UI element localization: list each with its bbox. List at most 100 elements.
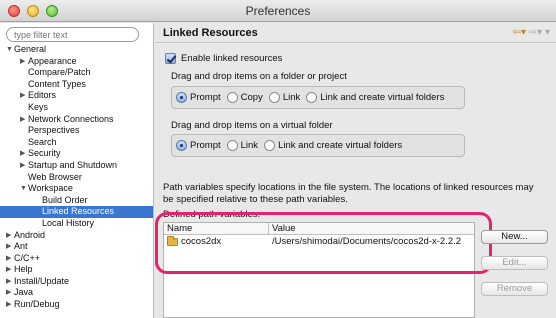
radio-label: Copy (240, 92, 263, 103)
tree-item-help[interactable]: ▶ Help (0, 264, 153, 276)
group1-radio-group: Prompt Copy Link Link and create virtual fo… (171, 86, 465, 109)
tree-item-label: Editors (28, 90, 57, 101)
tree-item-label: Perspectives (28, 125, 80, 136)
radio-link-and-create-virtual-folders[interactable]: Link and create virtual folders (264, 140, 402, 151)
group2-radio-group: Prompt Link Link and create virtual folder… (171, 134, 465, 157)
tree-item-ant[interactable]: ▶ Ant (0, 241, 153, 253)
collapsed-arrow-icon[interactable]: ▶ (6, 241, 11, 253)
tree-item-java[interactable]: ▶ Java (0, 287, 153, 299)
path-variables-description: Path variables specify locations in the … (163, 182, 534, 205)
tree-item-label: Android (14, 229, 46, 240)
tree-item-web-browser[interactable]: Web Browser (0, 172, 153, 184)
collapsed-arrow-icon[interactable]: ▶ (6, 230, 11, 242)
tree-item-build-order[interactable]: Build Order (0, 195, 153, 207)
tree-item-keys[interactable]: Keys (0, 102, 153, 114)
tree-item-label: Local History (42, 217, 95, 228)
edit-button[interactable]: Edit... (481, 256, 548, 270)
back-arrow-icon[interactable]: ⇦▾ (513, 27, 526, 38)
tree-item-label: Run/Debug (14, 299, 60, 310)
collapsed-arrow-icon[interactable]: ▶ (20, 114, 25, 126)
view-menu-icon[interactable]: ▾ (545, 27, 550, 38)
radio-label: Prompt (190, 140, 221, 151)
history-nav: ⇦▾ ⇨▾ ▾ (513, 27, 550, 38)
tree-item-local-history[interactable]: Local History (0, 218, 153, 230)
radio-selected-icon[interactable] (176, 140, 187, 151)
tree-item-label: Startup and Shutdown (28, 159, 118, 170)
divider (155, 42, 556, 43)
radio-copy[interactable]: Copy (226, 92, 263, 103)
collapsed-arrow-icon[interactable]: ▶ (20, 148, 25, 160)
tree-item-label: Linked Resources (42, 206, 115, 217)
expanded-arrow-icon[interactable]: ▼ (6, 44, 13, 56)
filter-input[interactable] (6, 27, 139, 42)
tree-item-label: Content Types (28, 78, 86, 89)
tree-item-label: Java (14, 287, 34, 298)
tree-item-startup-and-shutdown[interactable]: ▶ Startup and Shutdown (0, 160, 153, 172)
preferences-sidebar: ▼General▶AppearanceCompare/PatchContent … (0, 23, 154, 318)
tree-item-label: Network Connections (28, 113, 114, 124)
enable-linked-resources-checkbox[interactable]: Enable linked resources (165, 53, 282, 64)
radio-unselected-icon[interactable] (226, 140, 238, 151)
tree-item-compare-patch[interactable]: Compare/Patch (0, 67, 153, 79)
group1-label: Drag and drop items on a folder or proje… (171, 71, 347, 82)
collapsed-arrow-icon[interactable]: ▶ (6, 264, 11, 276)
tree-item-appearance[interactable]: ▶ Appearance (0, 56, 153, 68)
remove-button[interactable]: Remove (481, 282, 548, 296)
radio-label: Link (240, 140, 259, 151)
linked-resources-panel: Linked Resources ⇦▾ ⇨▾ ▾ Enable linked r… (155, 23, 556, 318)
collapsed-arrow-icon[interactable]: ▶ (20, 160, 25, 172)
tree-item-workspace[interactable]: ▼ Workspace (0, 183, 153, 195)
tree-item-perspectives[interactable]: Perspectives (0, 125, 153, 137)
radio-label: Link and create virtual folders (320, 92, 445, 103)
tree-item-android[interactable]: ▶ Android (0, 230, 153, 242)
radio-link-and-create-virtual-folders[interactable]: Link and create virtual folders (306, 92, 444, 103)
tree-item-label: Ant (14, 241, 28, 252)
collapsed-arrow-icon[interactable]: ▶ (20, 56, 25, 68)
tree-item-label: Security (28, 148, 61, 159)
tree-item-general[interactable]: ▼ General (0, 44, 153, 56)
collapsed-arrow-icon[interactable]: ▶ (6, 287, 11, 299)
radio-label: Prompt (190, 92, 221, 103)
new-button[interactable]: New... (481, 230, 548, 244)
radio-prompt[interactable]: Prompt (176, 140, 221, 151)
tree-item-label: General (14, 44, 47, 54)
radio-link[interactable]: Link (226, 140, 259, 151)
radio-unselected-icon[interactable] (268, 92, 280, 103)
tree-item-c-c-[interactable]: ▶ C/C++ (0, 253, 153, 265)
tree-item-install-update[interactable]: ▶ Install/Update (0, 276, 153, 288)
tree-item-content-types[interactable]: Content Types (0, 79, 153, 91)
title-bar: Preferences (0, 0, 556, 22)
tree-item-search[interactable]: Search (0, 137, 153, 149)
tree-item-linked-resources[interactable]: Linked Resources (0, 206, 153, 218)
tree-item-label: Search (28, 136, 57, 147)
collapsed-arrow-icon[interactable]: ▶ (6, 276, 11, 288)
tree-item-label: Install/Update (14, 275, 70, 286)
tree-item-label: Build Order (42, 194, 88, 205)
tree-item-label: C/C++ (14, 252, 41, 263)
radio-label: Link and create virtual folders (278, 140, 403, 151)
radio-prompt[interactable]: Prompt (176, 92, 221, 103)
tree-item-label: Workspace (28, 183, 73, 194)
window-title: Preferences (245, 4, 311, 18)
radio-link[interactable]: Link (268, 92, 300, 103)
forward-arrow-icon[interactable]: ⇨▾ (529, 27, 542, 38)
radio-unselected-icon[interactable] (306, 92, 318, 103)
tree-item-label: Appearance (28, 55, 77, 66)
checkbox-checked-icon[interactable] (165, 53, 176, 64)
tree-item-label: Web Browser (28, 171, 82, 182)
collapsed-arrow-icon[interactable]: ▶ (20, 90, 25, 102)
collapsed-arrow-icon[interactable]: ▶ (6, 253, 11, 265)
tree-item-run-debug[interactable]: ▶ Run/Debug (0, 299, 153, 311)
radio-selected-icon[interactable] (176, 92, 187, 103)
radio-unselected-icon[interactable] (226, 92, 238, 103)
highlight-annotation (155, 212, 492, 274)
tree-item-editors[interactable]: ▶ Editors (0, 90, 153, 102)
tree-item-network-connections[interactable]: ▶ Network Connections (0, 114, 153, 126)
preferences-tree: ▼ General ▶ Appearance Compare/Patch Content … (0, 44, 153, 311)
expanded-arrow-icon[interactable]: ▼ (20, 183, 27, 195)
collapsed-arrow-icon[interactable]: ▶ (6, 299, 11, 311)
radio-unselected-icon[interactable] (264, 140, 276, 151)
enable-linked-resources-label: Enable linked resources (181, 53, 283, 64)
group2-label: Drag and drop items on a virtual folder (171, 120, 333, 131)
tree-item-security[interactable]: ▶ Security (0, 148, 153, 160)
